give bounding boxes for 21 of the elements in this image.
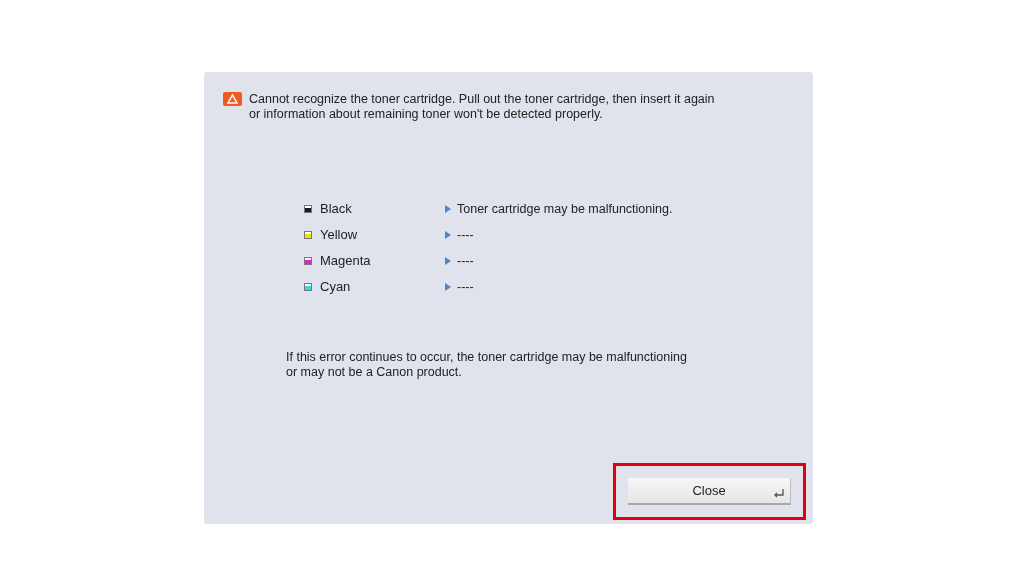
toner-status: Toner cartridge may be malfunctioning.: [457, 201, 673, 216]
arrow-icon: [445, 282, 451, 291]
toner-status: ----: [457, 279, 474, 294]
toner-swatch-icon: [304, 256, 312, 265]
toner-swatch-icon: [304, 204, 312, 213]
warning-icon: [223, 92, 242, 106]
toner-status: ----: [457, 253, 474, 268]
return-icon: [773, 489, 785, 499]
toner-status: ----: [457, 227, 474, 242]
close-button[interactable]: Close: [628, 478, 791, 505]
arrow-icon: [445, 204, 451, 213]
toner-color-label: Magenta: [320, 253, 372, 268]
arrow-icon: [445, 230, 451, 239]
toner-color-label: Yellow: [320, 227, 359, 242]
toner-swatch-icon: [304, 282, 312, 291]
error-note: If this error continues to occur, the toner cartridge may be malfunctioning or may not be a Canon product.: [286, 350, 688, 380]
arrow-icon: [445, 256, 451, 265]
toner-color-label: Cyan: [320, 279, 352, 294]
toner-color-label: Black: [320, 201, 353, 216]
toner-swatch-icon: [304, 230, 312, 239]
error-message: Cannot recognize the toner cartridge. Pull out the toner cartridge, then insert it again or information about remaining toner won't be detected properly.: [249, 92, 715, 122]
